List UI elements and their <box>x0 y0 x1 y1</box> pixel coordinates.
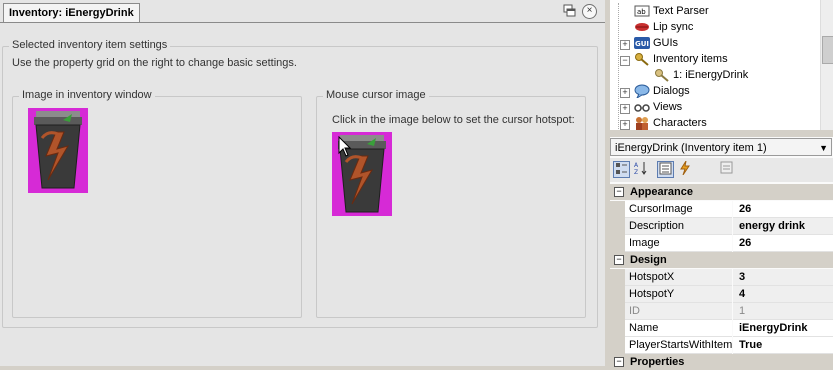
speech-bubble-icon <box>634 84 650 100</box>
settings-description: Use the property grid on the right to ch… <box>12 57 297 69</box>
tree-item-label: Inventory items <box>653 53 728 65</box>
tree-item-label: Characters <box>653 117 707 129</box>
expand-views-icon[interactable]: + <box>620 104 630 114</box>
object-selector-dropdown[interactable]: iEnergyDrink (Inventory item 1) ▼ <box>610 138 832 156</box>
key-icon <box>654 68 670 82</box>
property-pages-button[interactable] <box>718 161 735 178</box>
property-value[interactable]: True <box>733 337 833 354</box>
categorized-view-button[interactable] <box>613 161 630 178</box>
property-grid: − Appearance CursorImage 26 Description … <box>610 184 833 370</box>
float-window-icon[interactable] <box>563 4 577 18</box>
tree-item-label: Text Parser <box>653 5 709 17</box>
property-value[interactable]: 26 <box>733 201 833 218</box>
property-value[interactable]: 3 <box>733 269 833 286</box>
pane-splitter[interactable] <box>610 130 833 137</box>
svg-text:ab: ab <box>637 8 646 16</box>
property-name: HotspotX <box>625 269 732 286</box>
tab-strip-divider <box>0 22 605 23</box>
tree-item-guis[interactable]: GUI GUIs <box>634 35 678 51</box>
property-row-id: ID 1 <box>610 303 833 320</box>
property-name: PlayerStartsWithItem <box>625 337 732 354</box>
inventory-sprite-image <box>28 108 88 193</box>
property-value[interactable]: iEnergyDrink <box>733 320 833 337</box>
events-lightning-icon[interactable] <box>676 160 693 178</box>
category-properties[interactable]: − Properties <box>610 354 833 370</box>
tree-scrollbar[interactable] <box>820 0 833 130</box>
property-name: Name <box>625 320 732 337</box>
tree-item-label: Lip sync <box>653 21 694 33</box>
property-value[interactable]: 26 <box>733 235 833 252</box>
property-name: HotspotY <box>625 286 732 303</box>
property-name: CursorImage <box>625 201 732 218</box>
property-row-name[interactable]: Name iEnergyDrink <box>610 320 833 337</box>
tree-item-ienergydrink[interactable]: 1: iEnergyDrink <box>654 67 748 83</box>
tree-item-views[interactable]: Views <box>634 99 682 115</box>
tree-item-label: Views <box>653 101 683 113</box>
property-name: ID <box>625 303 732 320</box>
tree-item-inventory-items[interactable]: Inventory items <box>634 51 728 67</box>
svg-text:GUI: GUI <box>635 40 649 48</box>
property-name: Description <box>625 218 732 235</box>
expand-dialogs-icon[interactable]: + <box>620 88 630 98</box>
text-parser-icon: ab <box>634 4 650 18</box>
property-value: 1 <box>733 303 833 320</box>
chevron-down-icon: ▼ <box>819 143 828 153</box>
close-icon[interactable]: × <box>582 4 597 19</box>
tree-item-text-parser[interactable]: ab Text Parser <box>618 3 709 130</box>
tab-inventory-ienergydrink[interactable]: Inventory: iEnergyDrink <box>3 3 140 22</box>
collapse-icon[interactable]: − <box>614 187 624 197</box>
property-row-playerstartswithitem[interactable]: PlayerStartsWithItem True <box>610 337 833 354</box>
property-name: Image <box>625 235 732 252</box>
tree-item-dialogs[interactable]: Dialogs <box>634 83 690 100</box>
collapse-icon[interactable]: − <box>614 255 624 265</box>
property-row-hotspoty[interactable]: HotspotY 4 <box>610 286 833 303</box>
property-row-description[interactable]: Description energy drink <box>610 218 833 235</box>
expand-characters-icon[interactable]: + <box>620 120 630 130</box>
category-design[interactable]: − Design <box>610 252 833 268</box>
property-row-hotspotx[interactable]: HotspotX 3 <box>610 269 833 286</box>
alphabetical-sort-button[interactable]: AZ <box>632 161 649 178</box>
category-appearance[interactable]: − Appearance <box>610 184 833 200</box>
tree-item-label: Dialogs <box>653 85 690 97</box>
property-value[interactable]: energy drink <box>733 218 833 235</box>
property-row-image[interactable]: Image 26 <box>610 235 833 252</box>
tree-item-characters[interactable]: Characters <box>634 115 707 130</box>
lips-icon <box>634 20 650 34</box>
project-tree[interactable]: ab Text Parser Lip sync GUI GUIs + Inven… <box>610 0 820 130</box>
tree-item-lip-sync[interactable]: Lip sync <box>634 19 693 35</box>
properties-view-button[interactable] <box>657 161 674 178</box>
inventory-image-title: Image in inventory window <box>19 89 155 101</box>
group-title: Selected inventory item settings <box>9 39 171 51</box>
property-value[interactable]: 4 <box>733 286 833 303</box>
inventory-editor-panel: Inventory: iEnergyDrink × Selected inven… <box>0 0 605 366</box>
glasses-icon <box>634 100 650 114</box>
expand-guis-icon[interactable]: + <box>620 40 630 50</box>
collapse-inventory-icon[interactable]: − <box>620 56 630 66</box>
cursor-image-title: Mouse cursor image <box>323 89 429 101</box>
svg-text:Z: Z <box>634 169 638 175</box>
characters-icon <box>634 116 650 130</box>
gui-icon: GUI <box>634 36 650 50</box>
svg-text:A: A <box>634 162 639 169</box>
mouse-pointer-icon <box>338 135 352 161</box>
tree-item-label: 1: iEnergyDrink <box>673 69 749 81</box>
selected-object-label: iEnergyDrink (Inventory item 1) <box>615 142 767 154</box>
scrollbar-thumb[interactable] <box>822 36 833 64</box>
right-pane: ab Text Parser Lip sync GUI GUIs + Inven… <box>610 0 833 370</box>
key-icon <box>634 52 650 66</box>
tree-item-label: GUIs <box>653 37 679 49</box>
cursor-hotspot-hint: Click in the image below to set the curs… <box>332 114 575 126</box>
property-row-cursorimage[interactable]: CursorImage 26 <box>610 201 833 218</box>
property-grid-toolbar: AZ <box>610 158 833 182</box>
